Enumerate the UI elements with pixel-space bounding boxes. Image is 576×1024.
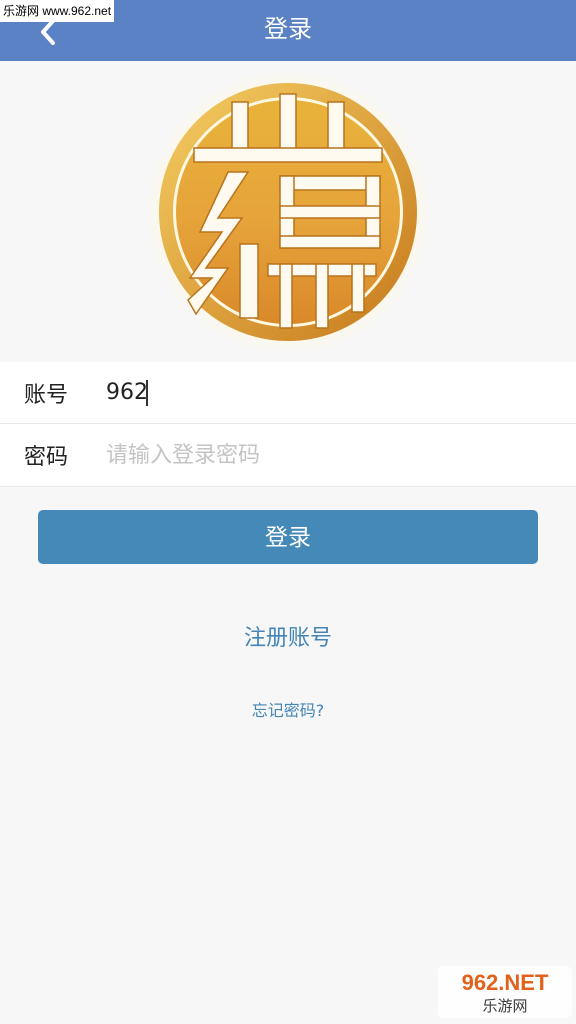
watermark-brand: 962.NET [462, 970, 549, 995]
account-label: 账号 [24, 382, 69, 408]
page-title: 登录 [264, 15, 312, 43]
password-row: 密码 [0, 424, 576, 487]
watermark-site: 乐游网 [482, 997, 527, 1015]
watermark-top: 乐游网 www.962.net [0, 0, 115, 22]
account-input[interactable] [106, 370, 546, 415]
forgot-password-link[interactable]: 忘记密码? [188, 697, 388, 725]
password-label: 密码 [24, 445, 69, 470]
seal-logo [145, 69, 431, 355]
login-form: 账号 密码 [0, 362, 576, 487]
text-caret [146, 380, 148, 406]
account-row: 账号 [0, 362, 576, 424]
watermark-logo: 962.NET 乐游网 [438, 966, 572, 1018]
register-account-link[interactable]: 注册账号 [188, 622, 388, 656]
login-button[interactable]: 登录 [38, 510, 538, 564]
password-input[interactable] [106, 433, 546, 477]
